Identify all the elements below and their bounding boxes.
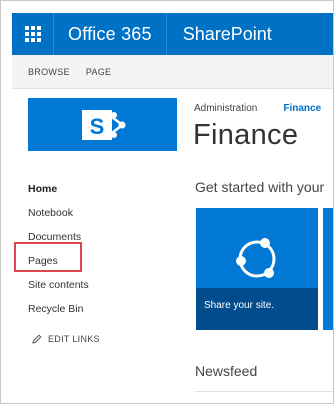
breadcrumb: Administration Finance [194, 103, 321, 114]
nav-item-site-contents[interactable]: Site contents [28, 273, 178, 297]
newsfeed-divider [195, 391, 333, 392]
share-icon [236, 238, 276, 278]
office365-brand-link[interactable]: Office 365 [54, 13, 167, 55]
ribbon-tab-page[interactable]: PAGE [86, 67, 112, 77]
sharepoint-logo-icon: S [81, 109, 125, 140]
site-logo[interactable]: S [28, 98, 177, 151]
edit-links-label: EDIT LINKS [48, 334, 100, 344]
ribbon: BROWSE PAGE [12, 55, 333, 89]
breadcrumb-current[interactable]: Finance [283, 103, 321, 114]
get-started-heading: Get started with your [195, 179, 325, 195]
newsfeed-heading: Newsfeed [195, 363, 258, 379]
nav-item-notebook[interactable]: Notebook [28, 201, 178, 225]
pencil-icon [32, 334, 42, 344]
nav-item-recycle-bin[interactable]: Recycle Bin [28, 297, 178, 321]
waffle-icon [24, 26, 41, 42]
app-launcher-button[interactable] [12, 13, 54, 55]
sharepoint-window: Office 365 SharePoint BROWSE PAGE S Home… [0, 0, 334, 404]
ribbon-tab-browse[interactable]: BROWSE [28, 67, 70, 77]
sharepoint-app-link[interactable]: SharePoint [167, 13, 272, 55]
tile-caption: Share your site. [196, 288, 318, 330]
share-site-tile[interactable]: Share your site. [196, 208, 318, 330]
next-tile[interactable] [323, 208, 333, 330]
breadcrumb-parent[interactable]: Administration [194, 103, 257, 114]
edit-links-button[interactable]: EDIT LINKS [32, 334, 100, 344]
page-title: Finance [193, 119, 299, 151]
nav-item-home[interactable]: Home [28, 177, 178, 201]
svg-text:S: S [89, 114, 104, 139]
pages-highlight-box [14, 242, 82, 272]
suite-bar: Office 365 SharePoint [12, 13, 333, 55]
